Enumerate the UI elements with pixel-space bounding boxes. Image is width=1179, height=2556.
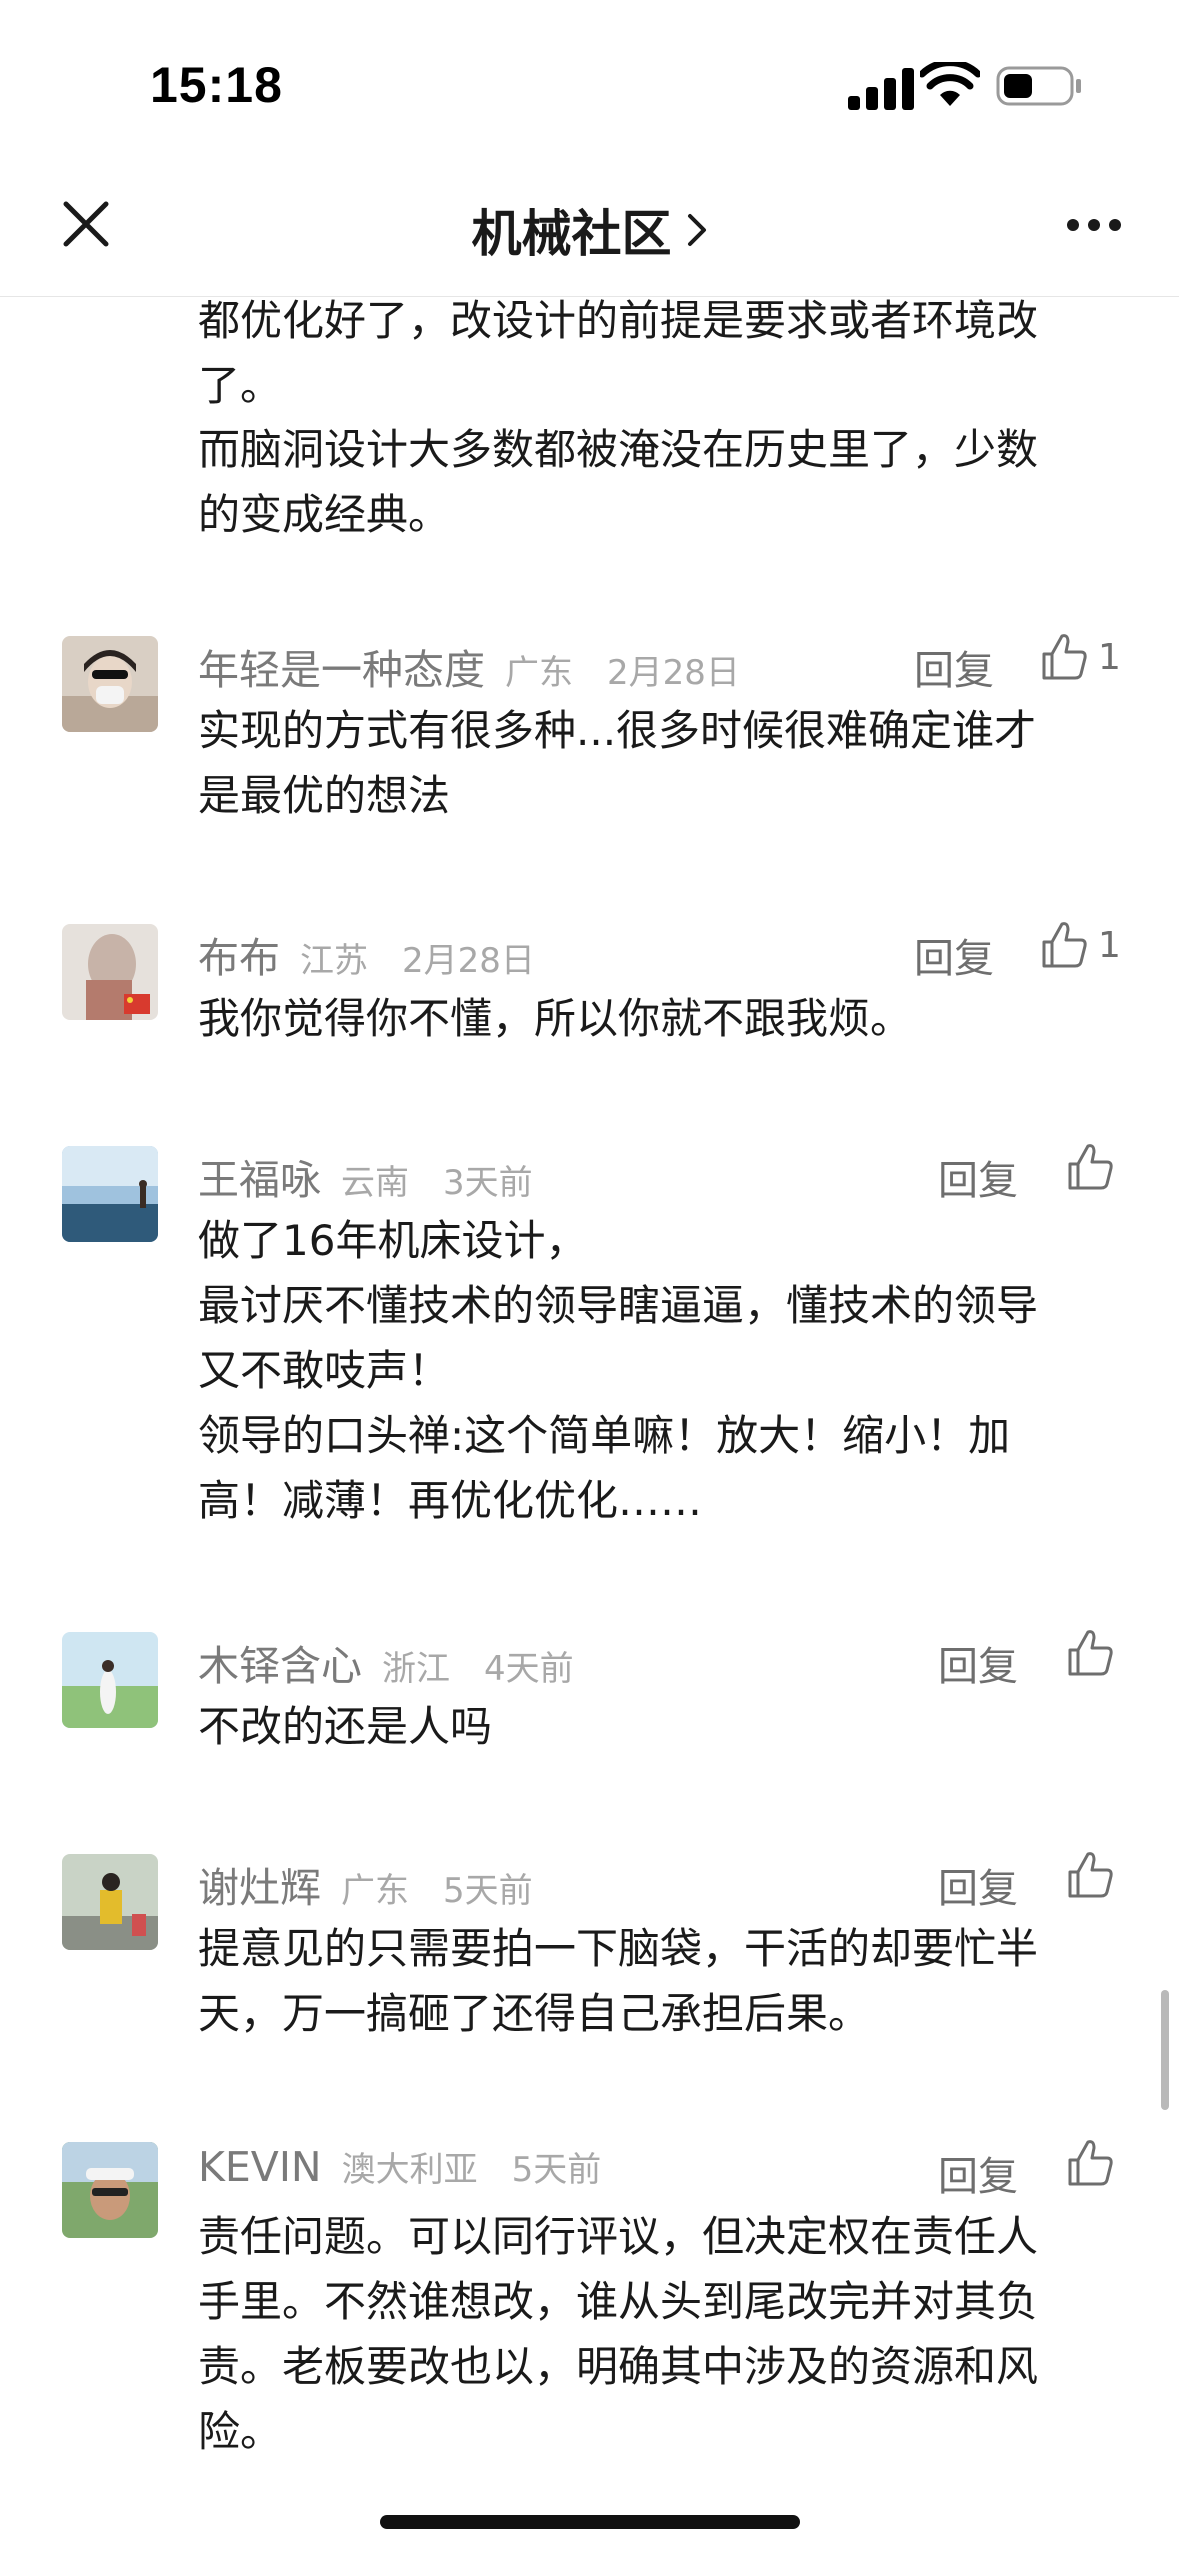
page-title: 机械社区 bbox=[471, 205, 672, 263]
reply-button[interactable]: 回复 bbox=[938, 2144, 1018, 2202]
home-indicator[interactable] bbox=[380, 2515, 800, 2529]
reply-button[interactable]: 回复 bbox=[914, 926, 994, 984]
comment-text: 提意见的只需要拍一下脑袋，干活的却要忙半 天，万一搞砸了还得自己承担后果。 bbox=[198, 1924, 1039, 2038]
avatar[interactable] bbox=[62, 1632, 158, 1728]
thumbs-up-icon bbox=[1068, 2140, 1113, 2186]
location-and-time: 澳大利亚 5天前 bbox=[341, 2150, 602, 2190]
like-button[interactable] bbox=[1066, 2138, 1124, 2188]
comment-text: 不改的还是人吗 bbox=[198, 1702, 493, 1751]
reply-button[interactable]: 回复 bbox=[938, 1148, 1018, 1206]
username[interactable]: 谢灶辉 bbox=[198, 1854, 321, 1914]
comment-text: 我你觉得你不懂，所以你就不跟我烦。 bbox=[198, 994, 913, 1043]
more-options-icon[interactable] bbox=[1066, 216, 1122, 234]
thumbs-up-icon bbox=[1068, 1144, 1113, 1190]
status-bar: 15:18 bbox=[0, 0, 1179, 150]
thumbs-up-icon bbox=[1042, 922, 1087, 968]
avatar[interactable] bbox=[62, 2142, 158, 2238]
like-button[interactable]: 1 bbox=[1040, 920, 1121, 970]
avatar[interactable] bbox=[62, 1854, 158, 1950]
comment-text: 责任问题。可以同行评议，但决定权在责任人 手里。不然谁想改，谁从头到尾改完并对其… bbox=[198, 2212, 1039, 2456]
comment-body-continued: 都优化好了，改设计的前提是要求或者环境改 了。 而脑洞设计大多数都被淹没在历史里… bbox=[198, 296, 1039, 539]
avatar[interactable] bbox=[62, 1146, 158, 1242]
like-button[interactable] bbox=[1066, 1850, 1124, 1900]
battery-icon bbox=[996, 66, 1081, 106]
chevron-right-icon bbox=[687, 214, 706, 246]
like-count: 1 bbox=[1098, 924, 1121, 966]
reply-button[interactable]: 回复 bbox=[938, 1856, 1018, 1914]
avatar[interactable] bbox=[62, 924, 158, 1020]
like-button[interactable]: 1 bbox=[1040, 632, 1121, 682]
reply-button[interactable]: 回复 bbox=[914, 638, 994, 696]
like-button[interactable] bbox=[1066, 1628, 1124, 1678]
username[interactable]: 年轻是一种态度 bbox=[198, 636, 485, 696]
username[interactable]: 王福咏 bbox=[198, 1146, 321, 1206]
avatar[interactable] bbox=[62, 636, 158, 732]
location-and-time: 江苏 2月28日 bbox=[300, 941, 535, 981]
location-and-time: 云南 3天前 bbox=[341, 1163, 533, 1203]
comment-list: 都优化好了，改设计的前提是要求或者环境改 了。 而脑洞设计大多数都被淹没在历史里… bbox=[0, 296, 1179, 2556]
location-and-time: 浙江 4天前 bbox=[382, 1649, 574, 1689]
cellular-signal-icon bbox=[848, 68, 914, 110]
username[interactable]: 布布 bbox=[198, 924, 280, 984]
thumbs-up-icon bbox=[1068, 1630, 1113, 1676]
comment-text: 实现的方式有很多种...很多时候很难确定谁才 是最优的想法 bbox=[198, 706, 1037, 820]
comment-text: 做了16年机床设计， 最讨厌不懂技术的领导瞎逼逼，懂技术的领导 又不敢吱声！ 领… bbox=[198, 1216, 1039, 1525]
scrollbar[interactable] bbox=[1161, 1990, 1169, 2110]
reply-button[interactable]: 回复 bbox=[938, 1634, 1018, 1692]
status-time: 15:18 bbox=[150, 57, 283, 113]
like-count: 1 bbox=[1098, 636, 1121, 678]
thumbs-up-icon bbox=[1068, 1852, 1113, 1898]
like-button[interactable] bbox=[1066, 1142, 1124, 1192]
location-and-time: 广东 2月28日 bbox=[505, 653, 740, 693]
community-title-link[interactable]: 机械社区 bbox=[472, 194, 708, 266]
username[interactable]: KEVIN bbox=[198, 2143, 322, 2191]
thumbs-up-icon bbox=[1042, 634, 1087, 680]
username[interactable]: 木铎含心 bbox=[198, 1632, 362, 1692]
wifi-icon bbox=[920, 62, 980, 106]
location-and-time: 广东 5天前 bbox=[341, 1871, 533, 1911]
navigation-bar: 机械社区 bbox=[0, 150, 1179, 297]
